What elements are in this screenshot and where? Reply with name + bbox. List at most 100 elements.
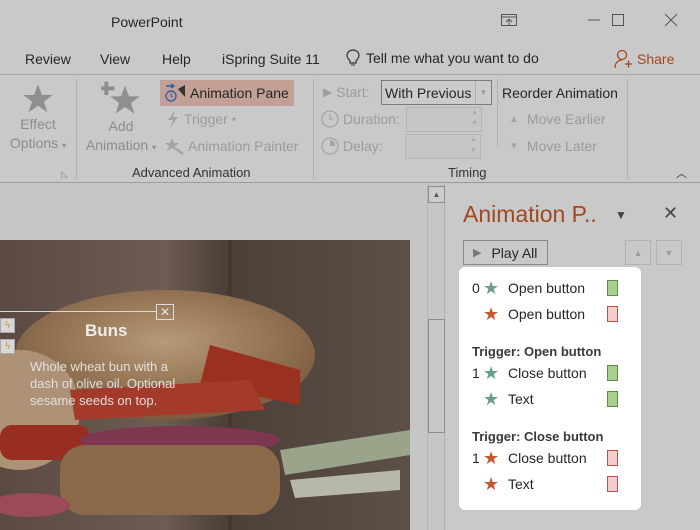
lightning-icon <box>168 110 178 128</box>
tab-help[interactable]: Help <box>162 51 191 67</box>
item-number: 0 <box>472 280 480 296</box>
share-button[interactable]: Share <box>613 49 674 69</box>
play-all-button[interactable]: ▶ Play All <box>463 240 548 265</box>
dropdown-caret-icon: ▾ <box>152 143 157 152</box>
tell-me-text: Tell me what you want to do <box>366 50 539 66</box>
spin-down-icon[interactable]: ▼ <box>471 120 478 127</box>
tab-ispring-suite[interactable]: iSpring Suite 11 <box>222 51 320 67</box>
trigger-tag[interactable]: ϟ <box>0 318 15 333</box>
exit-star-icon: ★ <box>483 304 500 324</box>
triangle-up-icon: ▲ <box>633 247 643 258</box>
animation-item[interactable]: 1 ★ Close button <box>459 448 641 468</box>
animation-painter-icon <box>165 138 184 155</box>
add-animation-button[interactable]: Add Animation ▾ <box>82 81 160 157</box>
callout-border <box>0 311 157 312</box>
triangle-up-icon: ▲ <box>509 113 519 125</box>
collapse-ribbon-icon[interactable]: ︿ <box>676 165 687 181</box>
triangle-down-icon: ▼ <box>664 247 674 258</box>
scroll-up-button[interactable]: ▲ <box>428 186 445 203</box>
move-down-button[interactable]: ▼ <box>656 240 682 265</box>
start-select-value: With Previous <box>385 84 472 101</box>
duration-label: Duration: <box>343 111 400 127</box>
dialog-launcher-icon[interactable]: ◺ <box>61 169 68 180</box>
callout-close-button[interactable]: ✕ <box>156 304 174 320</box>
add-person-icon <box>614 49 632 69</box>
dropdown-caret-icon: ▾ <box>231 114 236 124</box>
close-icon: ✕ <box>159 305 171 319</box>
lightbulb-icon <box>346 49 360 66</box>
lightning-icon: ϟ <box>4 341 11 352</box>
animation-item[interactable]: ★ Text <box>459 389 641 409</box>
pane-options-dropdown[interactable]: ▼ <box>615 208 627 222</box>
animation-pane-button[interactable]: Animation Pane <box>160 80 294 106</box>
item-name: Close button <box>508 365 587 381</box>
spin-down-icon[interactable]: ▼ <box>470 147 477 154</box>
maximize-button[interactable] <box>595 8 641 32</box>
animation-item[interactable]: ★ Text <box>459 474 641 494</box>
effect-options-button[interactable]: Effect Options ▾ <box>6 83 70 155</box>
triangle-down-icon: ▼ <box>509 140 519 152</box>
timing-group-label: Timing <box>448 165 487 180</box>
app-title: PowerPoint <box>111 14 183 30</box>
entrance-star-icon: ★ <box>483 389 500 409</box>
play-icon: ▶ <box>473 247 482 259</box>
play-all-label: Play All <box>491 244 538 261</box>
spin-up-icon[interactable]: ▲ <box>470 136 477 143</box>
chevron-down-icon: ▼ <box>475 81 491 104</box>
share-label: Share <box>637 51 675 67</box>
animation-painter-button[interactable]: Animation Painter <box>164 137 299 155</box>
start-select[interactable]: With Previous ▼ <box>381 80 492 105</box>
close-icon <box>664 13 678 27</box>
dropdown-caret-icon: ▾ <box>62 141 67 150</box>
effect-options-line1: Effect <box>20 116 56 132</box>
reorder-animation-title: Reorder Animation <box>502 85 618 101</box>
start-label: Start: <box>336 84 370 100</box>
advanced-animation-group-label: Advanced Animation <box>132 165 251 180</box>
trigger-button[interactable]: Trigger ▾ <box>166 110 236 128</box>
start-label-wrap: ▶ Start: <box>323 84 370 100</box>
scroll-thumb[interactable] <box>428 319 445 433</box>
tab-review[interactable]: Review <box>25 51 71 67</box>
delay-label-wrap: Delay: <box>321 137 383 155</box>
animation-list: 0 ★ Open button ★ Open button Trigger: O… <box>459 267 641 510</box>
animation-pane-label: Animation Pane <box>190 85 289 101</box>
add-star-icon <box>101 81 140 114</box>
triangle-up-icon: ▲ <box>432 190 441 199</box>
pane-close-button[interactable]: ✕ <box>663 203 678 224</box>
callout-title: Buns <box>85 321 128 340</box>
close-icon: ✕ <box>663 203 679 223</box>
play-icon: ▶ <box>323 85 333 99</box>
ribbon-display-options-button[interactable] <box>486 8 532 32</box>
tab-view[interactable]: View <box>100 51 130 67</box>
duration-input[interactable]: ▲ ▼ <box>406 107 482 132</box>
ribbon: Effect Options ▾ ◺ Add Animation ▾ Anima… <box>0 75 700 183</box>
ribbon-display-icon <box>501 14 517 26</box>
delay-label: Delay: <box>343 138 383 154</box>
effect-options-line2-wrap: Options ▾ <box>10 134 66 155</box>
timeline-bar <box>607 280 618 296</box>
animation-item[interactable]: 0 ★ Open button <box>459 278 641 298</box>
item-number: 1 <box>472 365 480 381</box>
ribbon-separator <box>497 79 498 147</box>
animation-pane-icon <box>165 83 185 102</box>
entrance-star-icon: ★ <box>483 278 500 298</box>
animation-pane-title: Animation P.. <box>463 201 597 227</box>
spin-up-icon[interactable]: ▲ <box>471 109 478 116</box>
move-earlier-label: Move Earlier <box>526 111 606 127</box>
trigger-tag[interactable]: ϟ <box>0 339 15 354</box>
move-later-button[interactable]: ▼ Move Later <box>509 138 597 154</box>
delay-input[interactable]: ▲ ▼ <box>405 134 481 159</box>
animation-painter-label: Animation Painter <box>188 138 299 154</box>
animation-item[interactable]: ★ Open button <box>459 304 641 324</box>
star-icon <box>23 84 53 113</box>
timeline-bar <box>607 365 618 381</box>
delay-clock-icon <box>321 137 339 155</box>
move-up-button[interactable]: ▲ <box>625 240 651 265</box>
trigger-heading: Trigger: Close button <box>472 429 604 444</box>
item-name: Open button <box>508 280 586 296</box>
tell-me-search[interactable]: Tell me what you want to do <box>346 49 539 67</box>
close-window-button[interactable] <box>648 8 694 32</box>
animation-item[interactable]: 1 ★ Close button <box>459 363 641 383</box>
exit-star-icon: ★ <box>483 474 500 494</box>
move-earlier-button[interactable]: ▲ Move Earlier <box>509 111 606 127</box>
